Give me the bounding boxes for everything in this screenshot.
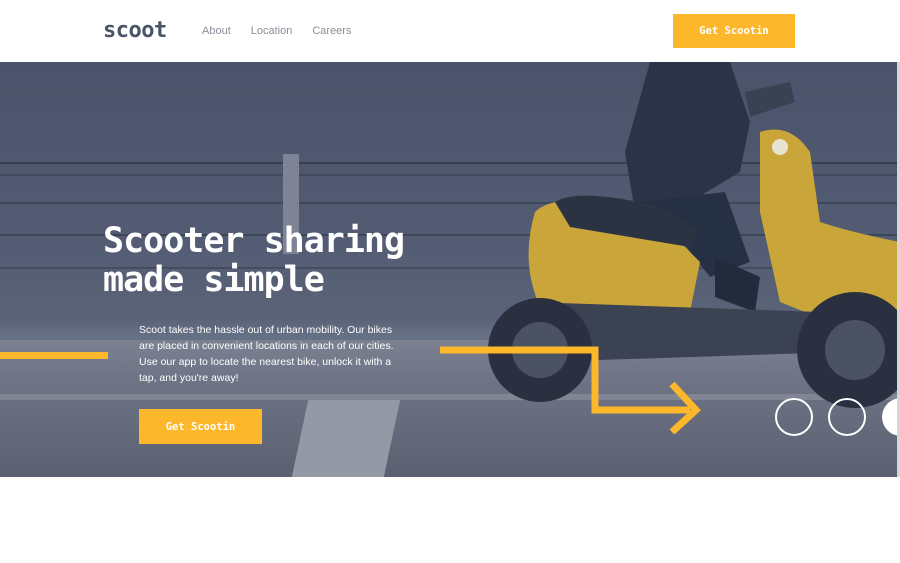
- logo[interactable]: scoot: [103, 18, 167, 43]
- nav-link-careers[interactable]: Careers: [312, 25, 351, 37]
- site-header: scoot About Location Careers Get Scootin: [0, 0, 900, 62]
- nav-link-location[interactable]: Location: [251, 25, 293, 37]
- hero-section: Scooter sharing made simple Scoot takes …: [0, 62, 900, 477]
- arrow-right-icon: [440, 346, 701, 434]
- main-nav: About Location Careers: [202, 25, 351, 37]
- circle-outline-icon: [775, 398, 813, 436]
- hero-cta-button[interactable]: Get Scootin: [139, 409, 262, 444]
- hero-title-line2: made simple: [103, 260, 325, 300]
- circle-outline-icon: [828, 398, 866, 436]
- hero-title: Scooter sharing made simple: [103, 221, 405, 300]
- crosswalk-stripe: [291, 400, 401, 477]
- hero-description: Scoot takes the hassle out of urban mobi…: [139, 324, 394, 384]
- decorative-bar: [0, 352, 108, 359]
- nav-link-about[interactable]: About: [202, 25, 231, 37]
- header-cta-button[interactable]: Get Scootin: [673, 14, 795, 48]
- hero-title-line1: Scooter sharing: [103, 221, 405, 261]
